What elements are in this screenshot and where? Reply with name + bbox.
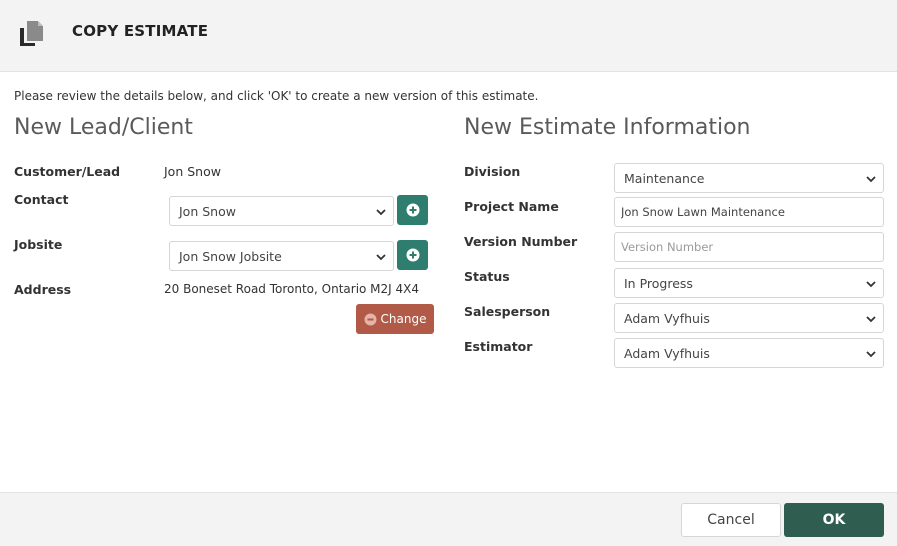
contact-select-value: Jon Snow bbox=[179, 203, 236, 219]
estimator-select-value: Adam Vyfhuis bbox=[624, 345, 710, 361]
customer-label: Customer/Lead bbox=[14, 164, 121, 179]
chevron-down-icon bbox=[866, 176, 876, 183]
salesperson-select[interactable]: Adam Vyfhuis bbox=[614, 303, 884, 333]
minus-circle-icon bbox=[364, 313, 377, 325]
chevron-down-icon bbox=[866, 281, 876, 288]
add-contact-button[interactable] bbox=[397, 195, 428, 225]
version-number-label: Version Number bbox=[464, 234, 578, 249]
contact-label: Contact bbox=[14, 192, 69, 207]
ok-button[interactable]: OK bbox=[784, 503, 884, 537]
estimate-info-heading: New Estimate Information bbox=[464, 115, 751, 140]
change-address-button[interactable]: Change bbox=[356, 304, 434, 334]
status-select-value: In Progress bbox=[624, 275, 693, 291]
project-name-input[interactable] bbox=[614, 197, 884, 227]
dialog-header: COPY ESTIMATE bbox=[0, 0, 897, 72]
change-button-label: Change bbox=[380, 312, 427, 326]
contact-select[interactable]: Jon Snow bbox=[169, 196, 394, 226]
plus-circle-icon bbox=[406, 248, 419, 262]
chevron-down-icon bbox=[866, 351, 876, 358]
add-jobsite-button[interactable] bbox=[397, 240, 428, 270]
salesperson-label: Salesperson bbox=[464, 304, 551, 319]
customer-value: Jon Snow bbox=[164, 164, 221, 179]
address-label: Address bbox=[14, 282, 72, 297]
version-number-input[interactable] bbox=[614, 232, 884, 262]
chevron-down-icon bbox=[866, 316, 876, 323]
copy-document-icon bbox=[20, 21, 43, 46]
plus-circle-icon bbox=[406, 203, 419, 217]
jobsite-label: Jobsite bbox=[14, 237, 63, 252]
address-value: 20 Boneset Road Toronto, Ontario M2J 4X4 bbox=[164, 282, 420, 296]
project-name-label: Project Name bbox=[464, 199, 559, 214]
division-label: Division bbox=[464, 164, 521, 179]
status-label: Status bbox=[464, 269, 510, 284]
status-select[interactable]: In Progress bbox=[614, 268, 884, 298]
intro-text: Please review the details below, and cli… bbox=[14, 89, 539, 103]
jobsite-select-value: Jon Snow Jobsite bbox=[179, 248, 282, 264]
lead-client-heading: New Lead/Client bbox=[14, 115, 193, 140]
chevron-down-icon bbox=[376, 209, 386, 216]
dialog-title: COPY ESTIMATE bbox=[72, 22, 209, 40]
jobsite-select[interactable]: Jon Snow Jobsite bbox=[169, 241, 394, 271]
estimator-label: Estimator bbox=[464, 339, 533, 354]
salesperson-select-value: Adam Vyfhuis bbox=[624, 310, 710, 326]
division-select-value: Maintenance bbox=[624, 170, 705, 186]
estimator-select[interactable]: Adam Vyfhuis bbox=[614, 338, 884, 368]
division-select[interactable]: Maintenance bbox=[614, 163, 884, 193]
cancel-button[interactable]: Cancel bbox=[681, 503, 781, 537]
chevron-down-icon bbox=[376, 254, 386, 261]
